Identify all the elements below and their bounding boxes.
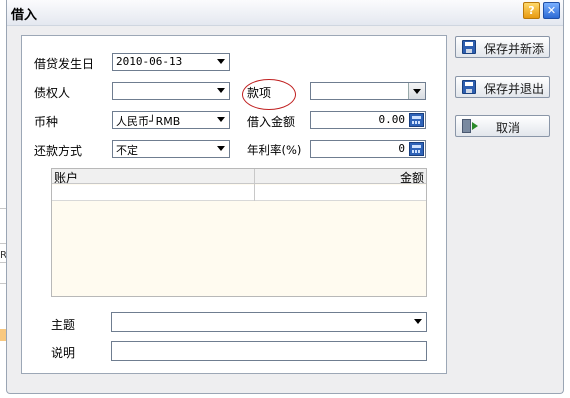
dialog-titlebar[interactable]: 借入 ? ✕	[7, 0, 563, 26]
subject-label: 主题	[51, 318, 76, 332]
help-icon: ?	[528, 4, 535, 17]
chevron-down-icon	[217, 146, 225, 151]
save-and-exit-label: 保存并退出	[484, 82, 545, 96]
grid-column-divider	[254, 169, 255, 201]
account-grid[interactable]: 账户 金额	[51, 168, 427, 297]
date-label: 借贷发生日	[34, 57, 95, 71]
save-and-exit-button[interactable]: 保存并退出	[455, 76, 550, 98]
rate-label: 年利率(%)	[247, 143, 302, 157]
save-icon	[462, 80, 476, 94]
grid-header: 账户 金额	[52, 169, 426, 186]
currency-select[interactable]: 人民币┘RMB	[112, 111, 230, 129]
cancel-label: 取消	[496, 121, 521, 135]
amount-value: 0.00	[378, 113, 406, 126]
repayment-label: 还款方式	[34, 144, 83, 158]
help-button[interactable]: ?	[523, 2, 540, 19]
chevron-down-icon	[217, 88, 225, 93]
borrow-dialog: 借入 ? ✕ 借贷发生日 2010-06-13 债权人 款项 币种 人民币┘RM…	[6, 0, 564, 394]
table-row[interactable]	[52, 185, 426, 201]
exit-arrow-icon	[472, 122, 478, 130]
rate-value: 0	[398, 142, 405, 155]
creditor-label: 债权人	[34, 86, 71, 100]
close-icon: ✕	[546, 4, 557, 17]
calculator-icon[interactable]	[409, 113, 424, 127]
annotation-circle	[242, 79, 296, 110]
calculator-icon[interactable]	[409, 142, 424, 156]
chevron-down-icon	[217, 59, 225, 64]
date-picker[interactable]: 2010-06-13	[112, 53, 230, 71]
repayment-select[interactable]: 不定	[112, 140, 230, 158]
amount-label: 借入金额	[247, 115, 296, 129]
item-select[interactable]	[310, 82, 426, 100]
creditor-select[interactable]	[112, 82, 230, 100]
chevron-down-icon	[408, 83, 425, 99]
close-button[interactable]: ✕	[543, 2, 560, 19]
currency-value: 人民币┘RMB	[116, 115, 181, 128]
save-and-new-button[interactable]: 保存并新添	[455, 36, 550, 58]
subject-select[interactable]	[111, 312, 427, 332]
currency-label: 币种	[34, 115, 59, 129]
rate-input[interactable]: 0	[310, 140, 426, 158]
repayment-value: 不定	[116, 144, 138, 157]
date-value: 2010-06-13	[116, 55, 183, 68]
exit-door-icon	[462, 119, 471, 133]
grid-header-account[interactable]: 账户	[54, 169, 78, 186]
save-and-new-label: 保存并新添	[484, 42, 545, 56]
chevron-down-icon	[414, 319, 422, 324]
grid-header-amount[interactable]: 金额	[400, 169, 424, 186]
form-panel: 借贷发生日 2010-06-13 债权人 款项 币种 人民币┘RMB 借入金额 …	[21, 35, 447, 374]
dialog-title: 借入	[11, 8, 38, 23]
save-icon	[462, 40, 476, 54]
chevron-down-icon	[217, 117, 225, 122]
note-input[interactable]	[111, 341, 427, 361]
amount-input[interactable]: 0.00	[310, 111, 426, 129]
cancel-button[interactable]: 取消	[455, 115, 550, 137]
note-label: 说明	[51, 346, 76, 360]
